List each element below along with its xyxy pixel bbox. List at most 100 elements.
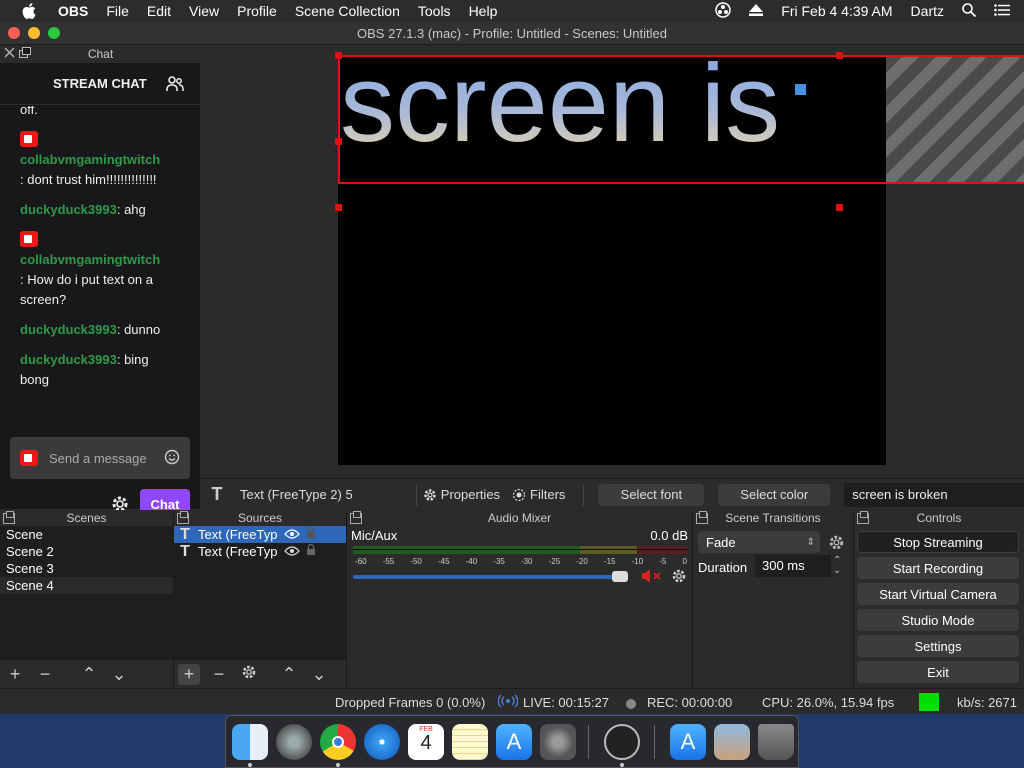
meter-scale-label: -5	[659, 557, 667, 566]
launchpad-icon[interactable]	[276, 724, 312, 760]
chat-username[interactable]: duckyduck3993	[20, 322, 117, 337]
chat-message-fragment: off.	[20, 106, 38, 117]
chat-message-input[interactable]: Send a message	[10, 437, 190, 479]
close-window-button[interactable]	[8, 27, 20, 39]
text-source-icon: T	[211, 484, 223, 504]
select-font-button[interactable]: Select font	[598, 483, 705, 506]
chat-username[interactable]: collabvmgamingtwitch	[20, 252, 160, 267]
rotation-handle[interactable]	[795, 84, 806, 95]
filters-button[interactable]: Filters	[512, 487, 565, 502]
menu-user[interactable]: Dartz	[911, 3, 944, 19]
chat-username[interactable]: duckyduck3993	[20, 352, 117, 367]
mixer-gear-icon[interactable]	[671, 568, 687, 587]
scene-item[interactable]: Scene 3	[0, 560, 173, 577]
move-up-icon[interactable]: ⌃	[278, 664, 300, 685]
chat-username[interactable]: duckyduck3993	[20, 202, 117, 217]
remove-icon[interactable]: −	[34, 664, 56, 685]
system-preferences-icon[interactable]	[540, 724, 576, 760]
scenes-dock: Scenes Scene Scene 2 Scene 3 Scene 4 + −…	[0, 510, 173, 688]
menu-file[interactable]: File	[106, 3, 129, 19]
menu-tools[interactable]: Tools	[418, 3, 451, 19]
resize-handle[interactable]	[836, 204, 843, 211]
source-properties-gear-icon[interactable]	[238, 664, 260, 685]
resize-handle[interactable]	[335, 204, 342, 211]
start-virtual-camera-button[interactable]: Start Virtual Camera	[857, 583, 1019, 605]
scene-transitions-title: Scene Transitions	[725, 511, 821, 525]
menu-help[interactable]: Help	[469, 3, 498, 19]
add-icon[interactable]: +	[178, 663, 200, 685]
add-icon[interactable]: +	[4, 664, 26, 685]
zoom-window-button[interactable]	[48, 27, 60, 39]
finder-icon[interactable]	[232, 724, 268, 760]
properties-button[interactable]: Properties	[423, 487, 500, 502]
minimize-window-button[interactable]	[28, 27, 40, 39]
settings-button[interactable]: Settings	[857, 635, 1019, 657]
meter-scale-label: -60	[355, 557, 367, 566]
stop-streaming-button[interactable]: Stop Streaming	[857, 531, 1019, 553]
obs-tray-icon[interactable]	[715, 1, 732, 21]
sources-list[interactable]: T Text (FreeType 2) 5 T Text (FreeType 2…	[174, 526, 346, 660]
dock-close-icon[interactable]	[4, 47, 15, 61]
scene-item[interactable]: Scene 2	[0, 543, 173, 560]
text-input[interactable]: screen is broken	[844, 482, 1024, 507]
transition-gear-icon[interactable]	[828, 534, 845, 554]
source-item[interactable]: T Text (FreeType 2) 4	[174, 543, 346, 560]
move-down-icon[interactable]: ⌄	[108, 664, 130, 685]
volume-slider-knob[interactable]	[611, 571, 628, 582]
apple-icon[interactable]	[18, 3, 40, 19]
eject-icon[interactable]	[749, 3, 764, 19]
menu-view[interactable]: View	[189, 3, 219, 19]
lock-icon[interactable]	[306, 526, 316, 543]
volume-slider[interactable]	[353, 571, 628, 582]
lock-icon[interactable]	[306, 543, 316, 560]
scenes-list[interactable]: Scene Scene 2 Scene 3 Scene 4	[0, 526, 173, 660]
trash-icon[interactable]	[758, 724, 794, 760]
menu-profile[interactable]: Profile	[237, 3, 277, 19]
chat-text: : ahg	[116, 202, 146, 217]
menu-app-name[interactable]: OBS	[58, 3, 88, 19]
notification-center-icon[interactable]	[994, 3, 1010, 19]
window-titlebar[interactable]: OBS 27.1.3 (mac) - Profile: Untitled - S…	[0, 22, 1024, 45]
source-item-selected[interactable]: T Text (FreeType 2) 5	[174, 526, 346, 543]
safari-icon[interactable]	[364, 724, 400, 760]
calendar-icon[interactable]: FEB 4	[408, 724, 444, 760]
muted-speaker-icon[interactable]	[641, 569, 667, 586]
menu-clock[interactable]: Fri Feb 4 4:39 AM	[781, 3, 892, 19]
menu-scene-collection[interactable]: Scene Collection	[295, 3, 400, 19]
app-store-download-icon[interactable]: A	[670, 724, 706, 760]
transition-selected: Fade	[706, 534, 736, 550]
notes-icon[interactable]	[452, 724, 488, 760]
preview-area[interactable]: screen is	[200, 45, 1024, 488]
start-recording-button[interactable]: Start Recording	[857, 557, 1019, 579]
dock-float-icon[interactable]	[19, 47, 31, 61]
meter-scale-label: -25	[548, 557, 561, 566]
obs-app-icon[interactable]	[604, 724, 640, 760]
studio-mode-button[interactable]: Studio Mode	[857, 609, 1019, 631]
duration-input[interactable]: 300 ms	[755, 555, 831, 577]
scene-item-selected[interactable]: Scene 4	[0, 577, 173, 594]
transition-select[interactable]: Fade ⇕	[698, 531, 820, 553]
chat-username[interactable]: collabvmgamingtwitch	[20, 152, 160, 167]
chat-dock-titlebar[interactable]: Chat	[0, 45, 200, 63]
menu-edit[interactable]: Edit	[147, 3, 171, 19]
spotlight-search-icon[interactable]	[962, 2, 977, 20]
resize-handle[interactable]	[335, 52, 342, 59]
move-down-icon[interactable]: ⌄	[308, 664, 330, 685]
exit-button[interactable]: Exit	[857, 661, 1019, 683]
chat-message-list[interactable]: off. collabvmgamingtwitch: dont trust hi…	[0, 106, 200, 446]
chat-input-placeholder: Send a message	[49, 450, 147, 466]
duration-stepper[interactable]: ⌃ ⌄	[833, 556, 841, 576]
visibility-eye-icon[interactable]	[284, 543, 300, 560]
scene-item[interactable]: Scene	[0, 526, 173, 543]
source-selection-box[interactable]	[338, 55, 1024, 184]
resize-handle[interactable]	[836, 52, 843, 59]
resize-handle[interactable]	[335, 138, 342, 145]
remove-icon[interactable]: −	[208, 664, 230, 685]
downloads-stack-icon[interactable]	[714, 724, 750, 760]
move-up-icon[interactable]: ⌃	[78, 664, 100, 685]
users-icon[interactable]	[166, 75, 184, 96]
app-store-icon[interactable]: A	[496, 724, 532, 760]
visibility-eye-icon[interactable]	[284, 526, 300, 543]
emoji-icon[interactable]	[164, 449, 180, 468]
select-color-button[interactable]: Select color	[718, 483, 831, 506]
